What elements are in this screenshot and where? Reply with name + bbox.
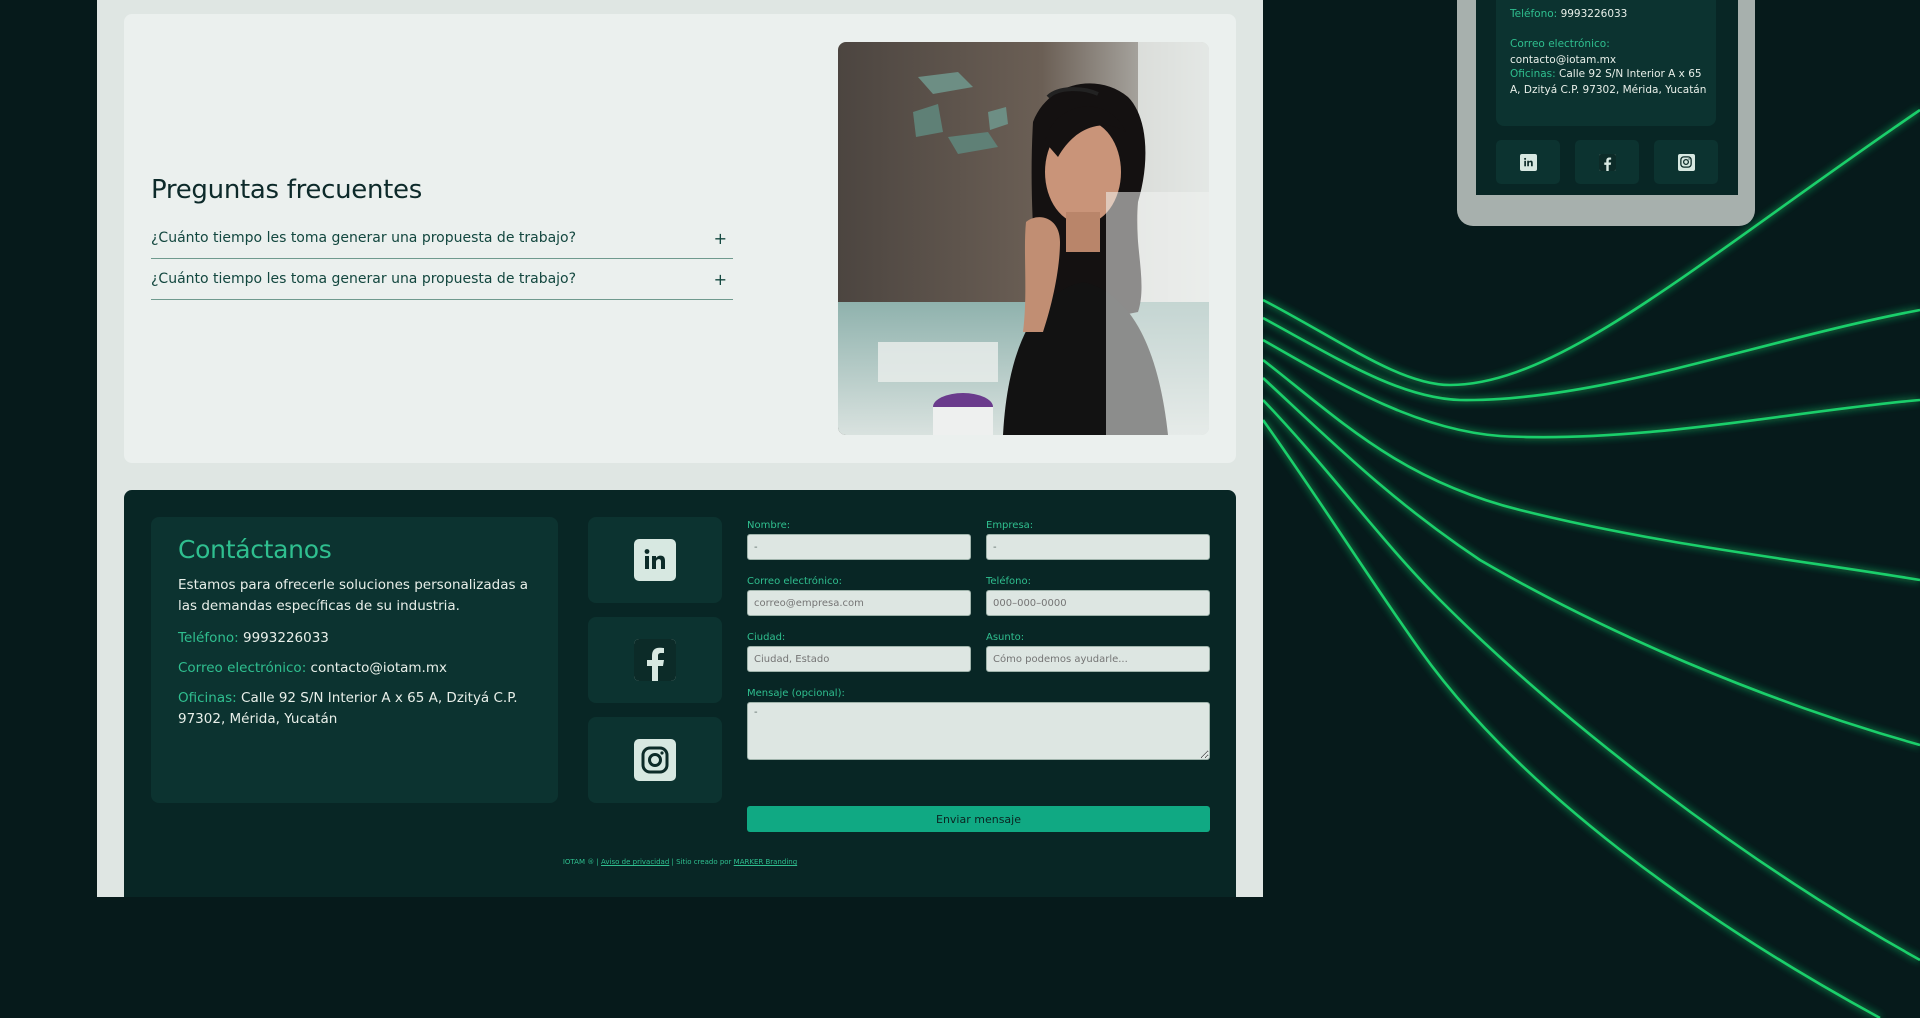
contact-phone: Teléfono: 9993226033 bbox=[178, 628, 538, 649]
company-label: Empresa: bbox=[986, 520, 1034, 531]
footer-credits: IOTAM ® | Aviso de privacidad | Sitio cr… bbox=[124, 858, 1236, 866]
facebook-icon bbox=[634, 639, 676, 681]
footer-separator: | Sitio creado por bbox=[671, 858, 732, 866]
woman-thinking-photo bbox=[838, 42, 1209, 435]
linkedin-icon bbox=[1519, 153, 1537, 171]
instagram-icon bbox=[634, 739, 676, 781]
plus-icon[interactable]: + bbox=[714, 270, 727, 289]
email-field[interactable] bbox=[747, 590, 971, 616]
contact-title: Contáctanos bbox=[178, 535, 332, 564]
phone-preview: Teléfono: 9993226033 Correo electrónico:… bbox=[1457, 0, 1755, 226]
instagram-icon bbox=[1677, 153, 1695, 171]
phone-preview-phone: Teléfono: 9993226033 bbox=[1510, 6, 1710, 22]
linkedin-link[interactable] bbox=[1496, 140, 1560, 184]
phone-preview-office: Oficinas: Calle 92 S/N Interior A x 65 A… bbox=[1510, 66, 1710, 98]
faq-question: ¿Cuánto tiempo les toma generar una prop… bbox=[151, 230, 577, 246]
send-message-button[interactable]: Enviar mensaje bbox=[747, 806, 1210, 832]
contact-email: Correo electrónico: contacto@iotam.mx bbox=[178, 658, 538, 679]
privacy-link[interactable]: Aviso de privacidad bbox=[601, 858, 669, 866]
contact-info-box: Contáctanos Estamos para ofrecerle soluc… bbox=[151, 517, 558, 803]
faq-item[interactable]: ¿Cuánto tiempo les toma generar una prop… bbox=[151, 259, 733, 300]
city-label: Ciudad: bbox=[747, 632, 786, 643]
agency-link[interactable]: MARKER Branding bbox=[734, 858, 797, 866]
subject-label: Asunto: bbox=[986, 632, 1025, 643]
phone-form-label: Teléfono: bbox=[986, 576, 1031, 587]
email-form-label: Correo electrónico: bbox=[747, 576, 842, 587]
faq-section: Preguntas frecuentes ¿Cuánto tiempo les … bbox=[124, 14, 1236, 463]
office-label: Oficinas: bbox=[1510, 68, 1556, 80]
facebook-link[interactable] bbox=[1575, 140, 1639, 184]
instagram-link[interactable] bbox=[588, 717, 722, 803]
message-label: Mensaje (opcional): bbox=[747, 688, 845, 699]
footer-brand: IOTAM ® | bbox=[562, 858, 599, 866]
faq-item[interactable]: ¿Cuánto tiempo les toma generar una prop… bbox=[151, 218, 733, 259]
contact-office: Oficinas: Calle 92 S/N Interior A x 65 A… bbox=[178, 688, 538, 730]
phone-contact-info: Teléfono: 9993226033 Correo electrónico:… bbox=[1496, 0, 1716, 126]
phone-label: Teléfono: bbox=[178, 630, 239, 646]
email-value[interactable]: contacto@iotam.mx bbox=[311, 660, 447, 676]
contact-section: Contáctanos Estamos para ofrecerle soluc… bbox=[124, 490, 1236, 897]
name-field[interactable] bbox=[747, 534, 971, 560]
plus-icon[interactable]: + bbox=[714, 229, 727, 248]
phone-value[interactable]: 9993226033 bbox=[1561, 8, 1628, 20]
instagram-link[interactable] bbox=[1654, 140, 1718, 184]
linkedin-icon bbox=[634, 539, 676, 581]
city-field[interactable] bbox=[747, 646, 971, 672]
desktop-preview: Preguntas frecuentes ¿Cuánto tiempo les … bbox=[97, 0, 1263, 897]
phone-field[interactable] bbox=[986, 590, 1210, 616]
phone-value[interactable]: 9993226033 bbox=[243, 630, 329, 646]
faq-question: ¿Cuánto tiempo les toma generar una prop… bbox=[151, 271, 577, 287]
facebook-link[interactable] bbox=[588, 617, 722, 703]
linkedin-link[interactable] bbox=[588, 517, 722, 603]
facebook-icon bbox=[1598, 153, 1616, 171]
phone-label: Teléfono: bbox=[1510, 8, 1558, 20]
name-label: Nombre: bbox=[747, 520, 791, 531]
message-field[interactable]: - bbox=[747, 702, 1210, 760]
company-field[interactable] bbox=[986, 534, 1210, 560]
email-value[interactable]: contacto@iotam.mx bbox=[1510, 54, 1616, 66]
faq-title: Preguntas frecuentes bbox=[151, 175, 422, 205]
subject-field[interactable] bbox=[986, 646, 1210, 672]
email-label: Correo electrónico: bbox=[178, 660, 307, 676]
phone-screen: Teléfono: 9993226033 Correo electrónico:… bbox=[1476, 0, 1738, 195]
phone-preview-email: Correo electrónico: contacto@iotam.mx bbox=[1510, 36, 1710, 68]
office-label: Oficinas: bbox=[178, 690, 237, 706]
contact-description: Estamos para ofrecerle soluciones person… bbox=[178, 577, 529, 614]
email-label: Correo electrónico: bbox=[1510, 38, 1610, 50]
